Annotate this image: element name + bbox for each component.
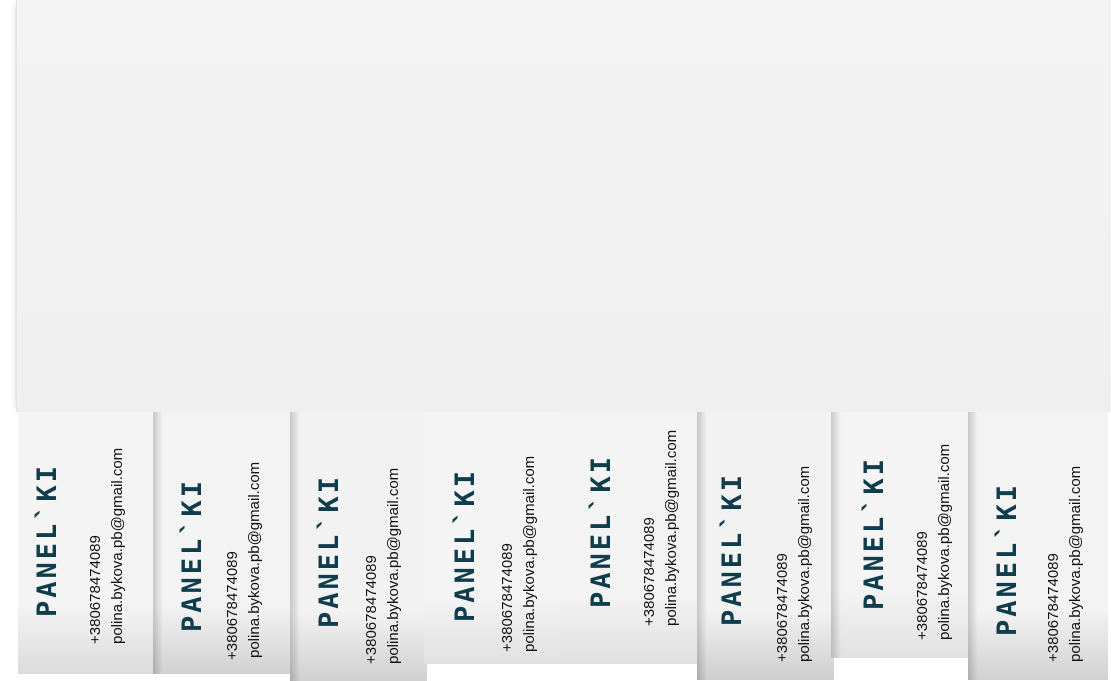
tab-email: polina.bykova.pb@gmail.com [385,467,402,664]
tab-phone: +380678474089 [499,543,516,652]
tab-phone: +380678474089 [641,517,658,626]
tab-phone: +380678474089 [87,535,104,644]
tab-brand-logo: PANEL`KI [992,481,1023,636]
tab-brand-logo: PANEL`KI [859,455,890,610]
tab-phone: +380678474089 [914,531,931,640]
tab-email: polina.bykova.pb@gmail.com [246,461,263,658]
tear-off-tab[interactable]: PANEL`KI +380678474089 polina.bykova.pb@… [560,412,697,664]
tab-brand-logo: PANEL`KI [586,453,617,608]
tear-off-tab[interactable]: PANEL`KI +380678474089 polina.bykova.pb@… [153,412,290,674]
tab-phone: +380678474089 [363,555,380,664]
poster-sheet [16,0,1110,412]
tab-brand-logo: PANEL`KI [314,473,345,628]
tab-email: polina.bykova.pb@gmail.com [663,429,680,626]
tab-phone: +380678474089 [774,553,791,662]
tab-email: polina.bykova.pb@gmail.com [796,465,813,662]
tear-off-tab[interactable]: PANEL`KI +380678474089 polina.bykova.pb@… [18,412,155,674]
tear-off-tab[interactable]: PANEL`KI +380678474089 polina.bykova.pb@… [290,412,427,681]
tab-brand-logo: PANEL`KI [32,462,63,617]
tab-brand-logo: PANEL`KI [717,471,748,626]
tab-brand-logo: PANEL`KI [450,467,481,622]
tear-off-tab[interactable]: PANEL`KI +380678474089 polina.bykova.pb@… [831,412,968,658]
tab-email: polina.bykova.pb@gmail.com [936,443,953,640]
tear-off-poster: PANEL`KI +380678474089 polina.bykova.pb@… [0,0,1111,681]
tab-email: polina.bykova.pb@gmail.com [109,447,126,644]
tab-email: polina.bykova.pb@gmail.com [521,455,538,652]
tear-off-tab[interactable]: PANEL`KI +380678474089 polina.bykova.pb@… [697,412,834,680]
tear-off-tab[interactable]: PANEL`KI +380678474089 polina.bykova.pb@… [968,412,1108,680]
tab-phone: +380678474089 [1045,553,1062,662]
tear-off-tab[interactable]: PANEL`KI +380678474089 polina.bykova.pb@… [424,412,561,664]
tab-email: polina.bykova.pb@gmail.com [1067,465,1084,662]
tab-phone: +380678474089 [224,551,241,660]
tab-brand-logo: PANEL`KI [177,477,208,632]
